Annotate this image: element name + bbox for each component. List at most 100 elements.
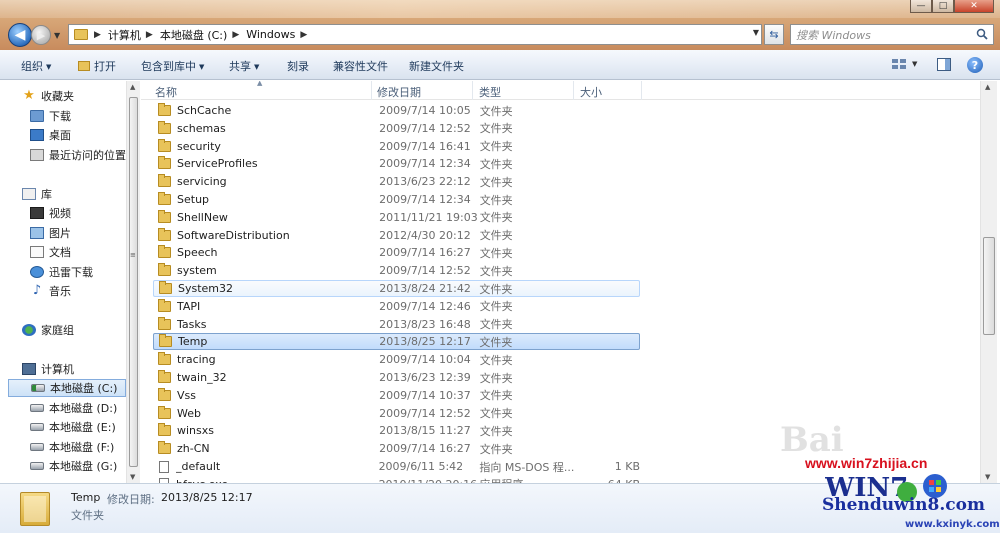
file-row[interactable]: ShellNew 2011/11/21 19:03 文件夹 (153, 209, 640, 226)
organize-menu[interactable]: 组织 ▼ (21, 58, 51, 74)
breadcrumb-windows[interactable]: Windows (246, 28, 295, 41)
sidebar-item-documents[interactable]: 文档 (30, 243, 126, 261)
sidebar-item-music[interactable]: ♪ 音乐 (30, 282, 126, 300)
file-modified: 2009/7/14 12:52 (379, 264, 471, 278)
sidebar-item-drive-g[interactable]: 本地磁盘 (G:) (30, 457, 126, 475)
scroll-up-icon[interactable]: ▲ (985, 83, 990, 91)
column-divider[interactable] (371, 81, 372, 100)
file-row[interactable]: security 2009/7/14 16:41 文件夹 (153, 138, 640, 155)
breadcrumb-separator[interactable]: ▶ (232, 30, 239, 40)
include-library-menu[interactable]: 包含到库中 ▼ (141, 58, 204, 74)
file-list-scrollbar[interactable]: ▲ ▼ (980, 81, 997, 483)
sidebar-item-drive-f[interactable]: 本地磁盘 (F:) (30, 438, 126, 456)
help-icon[interactable]: ? (967, 57, 983, 73)
file-type: 文件夹 (479, 229, 513, 243)
file-row[interactable]: Tasks 2013/8/23 16:48 文件夹 (153, 316, 640, 333)
compat-files-button[interactable]: 兼容性文件 (333, 58, 388, 74)
file-row[interactable]: winsxs 2013/8/15 11:27 文件夹 (153, 422, 640, 439)
sidebar-item-computer[interactable]: 计算机 (22, 360, 126, 378)
breadcrumb-computer[interactable]: 计算机 (108, 27, 141, 43)
sidebar-item-drive-e[interactable]: 本地磁盘 (E:) (30, 418, 126, 436)
file-row[interactable]: _default 2009/6/11 5:42 指向 MS-DOS 程... 1 KB (153, 458, 640, 475)
folder-icon (159, 281, 172, 294)
refresh-button[interactable]: ⇆ (764, 24, 784, 45)
file-row[interactable]: tracing 2009/7/14 10:04 文件夹 (153, 351, 640, 368)
file-row[interactable]: ServiceProfiles 2009/7/14 12:34 文件夹 (153, 155, 640, 172)
search-icon[interactable] (976, 28, 988, 40)
sidebar-item-pictures[interactable]: 图片 (30, 224, 126, 242)
file-row[interactable]: Temp 2013/8/25 12:17 文件夹 (153, 333, 640, 351)
recent-pages-dropdown[interactable]: ▼ (54, 31, 60, 40)
file-row[interactable]: Speech 2009/7/14 16:27 文件夹 (153, 244, 640, 261)
baidu-watermark: Bai (780, 420, 844, 460)
column-name[interactable]: 名称 (155, 84, 177, 100)
file-name: Web (177, 406, 201, 420)
sidebar-item-downloads[interactable]: 下载 (30, 107, 126, 125)
file-row[interactable]: twain_32 2013/6/23 12:39 文件夹 (153, 369, 640, 386)
file-row[interactable]: Setup 2009/7/14 12:34 文件夹 (153, 191, 640, 208)
maximize-button[interactable]: □ (932, 0, 954, 13)
column-modified[interactable]: 修改日期 (377, 84, 421, 100)
scroll-down-icon[interactable]: ▼ (130, 473, 135, 481)
xunlei-icon (30, 266, 44, 278)
breadcrumb-separator[interactable]: ▶ (300, 30, 307, 40)
sidebar-item-recent[interactable]: 最近访问的位置 (30, 146, 126, 164)
file-row[interactable]: Web 2009/7/14 12:52 文件夹 (153, 405, 640, 422)
file-row[interactable]: schemas 2009/7/14 12:52 文件夹 (153, 120, 640, 137)
breadcrumb-separator[interactable]: ▶ (94, 30, 101, 40)
burn-button[interactable]: 刻录 (287, 58, 309, 74)
file-size: 1 KB (614, 460, 640, 473)
search-input[interactable]: 搜索 Windows (790, 24, 994, 45)
file-row[interactable]: zh-CN 2009/7/14 16:27 文件夹 (153, 440, 640, 457)
file-name: ShellNew (177, 210, 228, 224)
scrollbar-thumb[interactable] (129, 97, 138, 467)
breadcrumb-separator[interactable]: ▶ (146, 30, 153, 40)
file-row[interactable]: SoftwareDistribution 2012/4/30 20:12 文件夹 (153, 227, 640, 244)
sidebar-item-drive-c[interactable]: 本地磁盘 (C:) (8, 379, 126, 397)
open-button[interactable]: 打开 (78, 58, 116, 74)
breadcrumb-drive-c[interactable]: 本地磁盘 (C:) (160, 27, 227, 43)
column-size[interactable]: 大小 (580, 84, 602, 100)
file-type: 文件夹 (479, 282, 513, 296)
file-row[interactable]: bfsvc.exe2010/11/20 20:16应用程序64 KB (153, 476, 640, 483)
minimize-button[interactable]: — (910, 0, 932, 13)
folder-icon (158, 370, 171, 383)
sidebar-item-homegroup[interactable]: 家庭组 (22, 321, 126, 339)
folder-icon (158, 441, 171, 455)
sidebar-item-videos[interactable]: 视频 (30, 204, 126, 222)
column-type[interactable]: 类型 (479, 84, 501, 100)
share-menu[interactable]: 共享 ▼ (229, 58, 259, 74)
file-type: 文件夹 (479, 140, 513, 154)
column-divider[interactable] (573, 81, 574, 100)
file-row[interactable]: SchCache 2009/7/14 10:05 文件夹 (153, 102, 640, 119)
folder-icon (158, 192, 171, 205)
sidebar-item-drive-d[interactable]: 本地磁盘 (D:) (30, 399, 126, 417)
file-type: 文件夹 (479, 211, 513, 225)
sidebar-item-libraries[interactable]: 库 (22, 185, 126, 203)
file-row[interactable]: system 2009/7/14 12:52 文件夹 (153, 262, 640, 279)
details-name: Temp (71, 491, 101, 504)
sidebar-item-favorites[interactable]: ★ 收藏夹 (22, 87, 126, 105)
view-dropdown-icon[interactable]: ▼ (912, 60, 917, 68)
file-row[interactable]: Vss 2009/7/14 10:37 文件夹 (153, 387, 640, 404)
sidebar-item-desktop[interactable]: 桌面 (30, 126, 126, 144)
sidebar-item-xunlei-downloads[interactable]: 迅雷下载 (30, 263, 126, 281)
navigation-scrollbar[interactable]: ▲ ≡ ▼ (126, 81, 140, 483)
address-bar[interactable]: ▶ 计算机 ▶ 本地磁盘 (C:) ▶ Windows ▶ ▼ (68, 24, 762, 45)
folder-icon (158, 103, 171, 116)
scrollbar-thumb[interactable] (983, 237, 995, 335)
file-row[interactable]: System32 2013/8/24 21:42 文件夹 (153, 280, 640, 297)
change-view-icon[interactable] (892, 59, 906, 70)
close-button[interactable]: ✕ (954, 0, 994, 13)
file-row[interactable]: servicing 2013/6/23 22:12 文件夹 (153, 173, 640, 190)
address-dropdown-icon[interactable]: ▼ (753, 28, 759, 37)
column-divider[interactable] (641, 81, 642, 100)
file-row[interactable]: TAPI 2009/7/14 12:46 文件夹 (153, 298, 640, 315)
forward-arrow-icon: ▶ (36, 28, 46, 42)
scroll-up-icon[interactable]: ▲ (130, 83, 135, 91)
back-button[interactable]: ◀ (8, 23, 32, 47)
new-folder-button[interactable]: 新建文件夹 (409, 58, 464, 74)
column-divider[interactable] (472, 81, 473, 100)
forward-button[interactable]: ▶ (31, 25, 51, 45)
preview-pane-icon[interactable] (937, 58, 951, 71)
